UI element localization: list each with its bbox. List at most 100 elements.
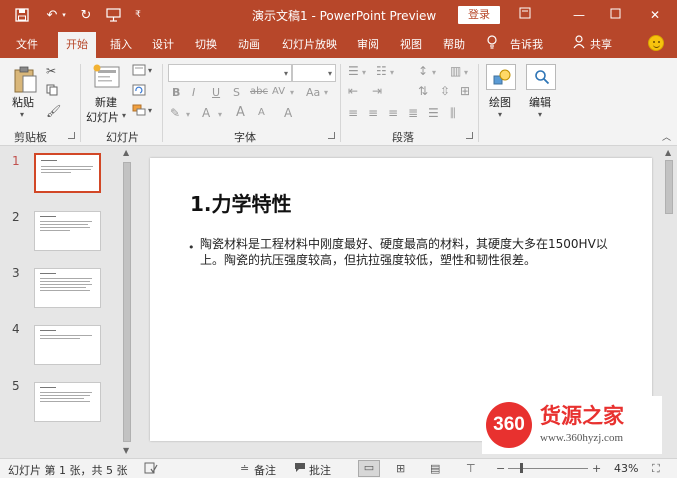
notes-button[interactable]: 备注 (254, 462, 276, 478)
zoom-in-icon[interactable]: + (592, 462, 601, 475)
slide-body-text[interactable]: 陶瓷材料是工程材料中刚度最好、硬度最高的材料，其硬度大多在1500HV以上。陶瓷… (200, 236, 620, 268)
minimize-icon[interactable]: — (568, 4, 590, 26)
menu-insert[interactable]: 插入 (110, 36, 132, 52)
ribbon-display-options-icon[interactable] (514, 4, 536, 26)
character-spacing-button[interactable]: AV (272, 86, 285, 97)
line-spacing-dropdown-icon[interactable]: ▾ (432, 68, 436, 77)
menu-review[interactable]: 审阅 (357, 36, 379, 52)
font-size-select[interactable]: ▾ (292, 64, 336, 82)
layout-dropdown-icon[interactable]: ▾ (148, 66, 152, 75)
menu-design[interactable]: 设计 (152, 36, 174, 52)
format-painter-icon[interactable]: 🖌 (46, 104, 61, 118)
underline-button[interactable]: U (212, 86, 220, 99)
copy-icon[interactable] (46, 84, 58, 99)
change-case-button[interactable]: Aa (306, 86, 320, 99)
editor-scrollbar[interactable]: ▲ (663, 146, 675, 458)
numbering-icon[interactable]: ☷ (376, 64, 387, 78)
notes-icon[interactable]: ≐ (240, 462, 249, 475)
justify-icon[interactable]: ≣ (408, 106, 418, 120)
thumbnail-scrollbar[interactable]: ▲ ▼ (121, 146, 133, 458)
zoom-out-icon[interactable]: − (496, 462, 505, 475)
section-icon[interactable] (132, 104, 146, 119)
paste-icon[interactable] (12, 66, 38, 97)
menu-file[interactable]: 文件 (16, 36, 38, 52)
section-dropdown-icon[interactable]: ▾ (148, 106, 152, 115)
menu-home[interactable]: 开始 (58, 32, 96, 58)
scroll-down-icon[interactable]: ▼ (123, 446, 129, 455)
comments-icon[interactable] (294, 462, 306, 476)
font-color-dropdown-icon[interactable]: ▾ (218, 110, 222, 119)
slide-sorter-icon[interactable]: ⊞ (396, 462, 405, 475)
new-slide-dropdown-icon[interactable]: ▾ (122, 111, 126, 120)
slide-thumbnail[interactable] (34, 325, 101, 365)
new-slide-icon[interactable] (93, 64, 121, 93)
login-button[interactable]: 登录 (458, 6, 500, 24)
highlight-dropdown-icon[interactable]: ▾ (186, 110, 190, 119)
menu-slideshow[interactable]: 幻灯片放映 (282, 36, 337, 52)
scroll-up-icon[interactable]: ▲ (665, 148, 671, 157)
highlight-icon[interactable]: ✎ (170, 106, 180, 120)
fit-slide-icon[interactable]: ⛶ (652, 462, 660, 476)
grow-font-button[interactable]: A (236, 105, 245, 120)
font-family-select[interactable]: ▾ (168, 64, 292, 82)
text-direction-icon[interactable]: ⇅ (418, 84, 428, 98)
person-icon[interactable] (573, 35, 585, 52)
distributed-icon[interactable]: ☰ (428, 106, 439, 120)
lightbulb-icon[interactable] (486, 35, 498, 52)
tell-me-search[interactable]: 告诉我 (510, 36, 543, 52)
italic-button[interactable]: I (192, 86, 195, 99)
columns-dropdown-icon[interactable]: ▾ (464, 68, 468, 77)
bullets-dropdown-icon[interactable]: ▾ (362, 68, 366, 77)
zoom-slider-thumb[interactable] (520, 463, 523, 473)
cut-icon[interactable]: ✂ (46, 64, 56, 78)
change-case-dropdown-icon[interactable]: ▾ (324, 88, 328, 97)
align-center-icon[interactable]: ≡ (368, 106, 378, 120)
undo-icon[interactable]: ↶ (44, 6, 60, 24)
save-icon[interactable] (14, 6, 30, 24)
draw-button[interactable]: 绘图 (489, 94, 511, 110)
redo-icon[interactable]: ↻ (78, 6, 94, 24)
bullets-icon[interactable]: ☰ (348, 64, 359, 78)
font-launcher-icon[interactable] (328, 132, 335, 139)
spell-check-icon[interactable] (144, 462, 158, 477)
draw-button-frame[interactable] (486, 64, 516, 90)
paste-dropdown-icon[interactable]: ▾ (20, 110, 24, 119)
comments-button[interactable]: 批注 (309, 462, 331, 478)
line-spacing-icon[interactable]: ↕ (418, 64, 428, 78)
columns-icon[interactable]: ▥ (450, 64, 461, 78)
menu-help[interactable]: 帮助 (443, 36, 465, 52)
share-button[interactable]: 共享 (590, 36, 612, 52)
slide-thumbnail[interactable] (34, 211, 101, 251)
decrease-indent-icon[interactable]: ⇤ (348, 84, 358, 98)
clear-formatting-button[interactable]: A (284, 106, 292, 120)
undo-dropdown-icon[interactable]: ▾ (60, 6, 68, 24)
edit-button-frame[interactable] (526, 64, 556, 90)
slide-thumbnail[interactable] (34, 382, 101, 422)
zoom-level[interactable]: 43% (614, 462, 638, 475)
new-slide-label-line1[interactable]: 新建 (95, 94, 117, 110)
slide-title[interactable]: 1.力学特性 (190, 188, 292, 217)
column-layout-icon[interactable]: ⫼ (450, 106, 456, 121)
font-color-button[interactable]: A (202, 106, 210, 120)
customize-toolbar-icon[interactable]: ₹ (132, 6, 144, 24)
new-slide-label-line2[interactable]: 幻灯片 (86, 109, 119, 125)
shrink-font-button[interactable]: A (258, 107, 265, 118)
align-right-icon[interactable]: ≡ (388, 106, 398, 120)
slideshow-icon[interactable]: ⊤ (466, 462, 476, 475)
slide-thumbnail[interactable] (34, 268, 101, 308)
close-icon[interactable]: ✕ (644, 4, 666, 26)
align-left-icon[interactable]: ≡ (348, 106, 358, 120)
numbering-dropdown-icon[interactable]: ▾ (390, 68, 394, 77)
reset-slide-icon[interactable] (132, 84, 146, 99)
smartart-icon[interactable]: ⊞ (460, 84, 470, 98)
collapse-ribbon-icon[interactable]: ︿ (662, 130, 671, 143)
text-shadow-button[interactable]: S (233, 86, 240, 99)
scrollbar-thumb[interactable] (123, 162, 131, 442)
present-from-start-icon[interactable] (104, 6, 122, 24)
layout-icon[interactable] (132, 64, 146, 79)
edit-dropdown-icon[interactable]: ▾ (538, 110, 542, 119)
menu-animations[interactable]: 动画 (238, 36, 260, 52)
normal-view-icon[interactable]: ▭ (358, 460, 380, 477)
increase-indent-icon[interactable]: ⇥ (372, 84, 382, 98)
slide-thumbnail[interactable] (34, 153, 101, 193)
